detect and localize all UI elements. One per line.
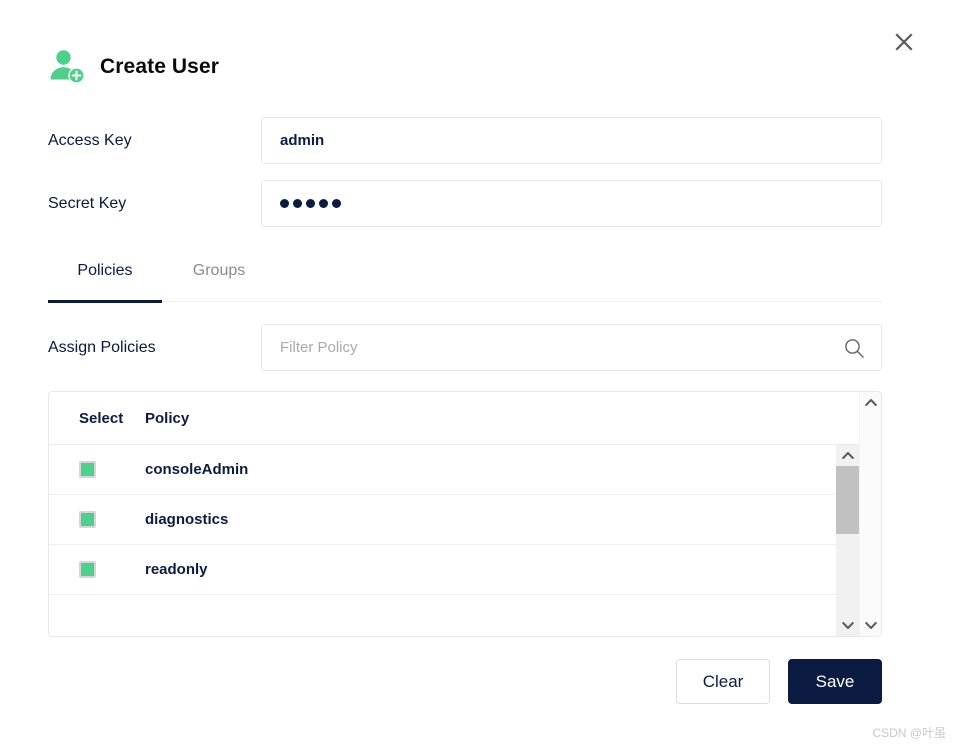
policy-checkbox[interactable] xyxy=(79,511,96,528)
column-header-select: Select xyxy=(79,409,124,427)
container-scroll-down-arrow-icon[interactable] xyxy=(860,615,881,636)
masked-dot xyxy=(293,199,302,208)
masked-dot xyxy=(319,199,328,208)
user-add-icon xyxy=(50,50,85,84)
access-key-value: admin xyxy=(280,132,325,149)
scrollbar-track[interactable] xyxy=(836,466,859,615)
policy-name: readonly xyxy=(145,561,208,578)
container-scrollbar-track[interactable] xyxy=(860,413,881,615)
secret-key-row: Secret Key xyxy=(48,180,882,227)
access-key-label: Access Key xyxy=(48,131,132,149)
container-scroll-up-arrow-icon[interactable] xyxy=(860,392,881,413)
policy-container-scrollbar[interactable] xyxy=(859,392,881,636)
select-cell xyxy=(79,561,145,578)
scroll-down-arrow-icon[interactable] xyxy=(836,615,859,636)
column-header-policy: Policy xyxy=(145,409,190,427)
policy-name: diagnostics xyxy=(145,511,229,528)
secret-key-input[interactable] xyxy=(261,180,882,227)
tab-policies[interactable]: Policies xyxy=(48,252,162,303)
close-icon[interactable] xyxy=(891,29,917,55)
dialog-footer: Clear Save xyxy=(48,659,882,704)
access-key-row: Access Key admin xyxy=(48,117,882,164)
search-icon[interactable] xyxy=(843,337,865,359)
page-title: Create User xyxy=(100,55,219,78)
policy-name: consoleAdmin xyxy=(145,461,249,478)
tab-groups[interactable]: Groups xyxy=(162,252,276,302)
tab-bar: Policies Groups xyxy=(48,252,882,303)
table-row[interactable]: diagnostics xyxy=(49,495,836,545)
create-user-dialog: Create User Access Key admin Secret Key … xyxy=(0,0,954,749)
assign-policies-row: Assign Policies Filter Policy xyxy=(48,324,882,371)
masked-dot xyxy=(306,199,315,208)
select-cell xyxy=(79,461,145,478)
table-row[interactable]: readonly xyxy=(49,545,836,595)
scroll-up-arrow-icon[interactable] xyxy=(836,445,859,466)
masked-dot xyxy=(280,199,289,208)
save-button[interactable]: Save xyxy=(788,659,882,704)
policy-table: Select Policy consoleAdmin diagnostics rea… xyxy=(49,392,859,636)
table-header-row: Select Policy xyxy=(49,392,859,445)
dialog-header: Create User xyxy=(48,48,219,86)
policy-rows-scroll-area: consoleAdmin diagnostics readonly xyxy=(49,445,859,636)
secret-key-label: Secret Key xyxy=(48,194,127,212)
masked-dot xyxy=(332,199,341,208)
table-row[interactable]: consoleAdmin xyxy=(49,445,836,495)
clear-button[interactable]: Clear xyxy=(676,659,770,704)
policy-checkbox[interactable] xyxy=(79,561,96,578)
access-key-input[interactable]: admin xyxy=(261,117,882,164)
tab-groups-label: Groups xyxy=(192,262,246,279)
policy-rows: consoleAdmin diagnostics readonly xyxy=(49,445,836,636)
secret-key-masked-value xyxy=(280,199,341,208)
filter-policy-placeholder: Filter Policy xyxy=(280,339,358,356)
policy-checkbox[interactable] xyxy=(79,461,96,478)
policy-table-container: Select Policy consoleAdmin diagnostics rea… xyxy=(48,391,882,637)
policy-rows-scrollbar[interactable] xyxy=(836,445,859,636)
tab-policies-label: Policies xyxy=(77,262,133,279)
watermark: CSDN @叶虽 xyxy=(872,726,946,740)
filter-policy-input[interactable]: Filter Policy xyxy=(261,324,882,371)
select-cell xyxy=(79,511,145,528)
scrollbar-thumb[interactable] xyxy=(836,466,859,534)
assign-policies-label: Assign Policies xyxy=(48,338,156,356)
